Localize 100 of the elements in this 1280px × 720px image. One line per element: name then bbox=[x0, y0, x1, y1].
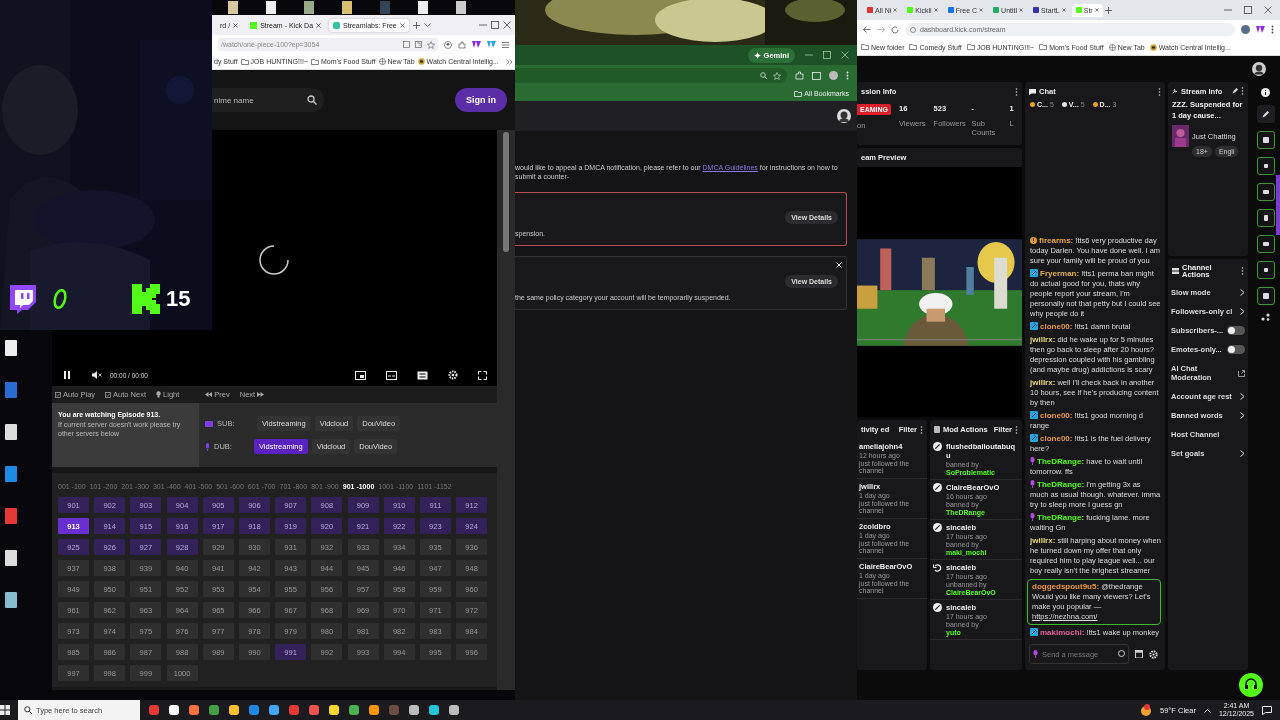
more-icon[interactable] bbox=[1241, 267, 1244, 275]
tab-search-icon[interactable] bbox=[812, 71, 821, 80]
chat-username[interactable]: doggedspout9u5: bbox=[1032, 582, 1100, 591]
desktop-icon[interactable] bbox=[4, 424, 18, 440]
edit-button[interactable] bbox=[1256, 105, 1275, 123]
nodes-icon[interactable] bbox=[1261, 313, 1270, 321]
chat-username[interactable]: firearms: bbox=[1039, 236, 1074, 245]
app-icon[interactable] bbox=[268, 704, 280, 716]
star-icon[interactable] bbox=[427, 40, 435, 49]
close-icon[interactable] bbox=[233, 22, 239, 28]
app-icon[interactable] bbox=[328, 704, 340, 716]
weather-icon bbox=[1140, 704, 1152, 716]
app-icon[interactable] bbox=[348, 704, 360, 716]
close-icon[interactable] bbox=[399, 22, 405, 28]
toggle-switch[interactable] bbox=[1227, 345, 1245, 354]
widget-toggle-button[interactable] bbox=[1256, 209, 1275, 227]
maximize-icon[interactable] bbox=[823, 51, 831, 59]
chevron-right-icon[interactable] bbox=[506, 58, 513, 65]
widget-toggle-button[interactable] bbox=[1256, 287, 1275, 305]
chat-username[interactable]: clone00: bbox=[1040, 322, 1073, 331]
captions-icon[interactable] bbox=[417, 370, 428, 380]
sword-badge-icon bbox=[1030, 434, 1038, 442]
more-icon[interactable] bbox=[1241, 87, 1244, 95]
search-field[interactable]: nime name bbox=[212, 88, 324, 112]
app-icon[interactable] bbox=[228, 704, 240, 716]
more-icon[interactable] bbox=[846, 71, 849, 80]
chat-username[interactable]: clone00: bbox=[1040, 411, 1073, 420]
notifications-icon[interactable] bbox=[1262, 705, 1272, 715]
desktop-icon[interactable] bbox=[4, 550, 18, 566]
widget-toggle-button[interactable] bbox=[1256, 157, 1275, 175]
chat-username[interactable]: TheDRange: bbox=[1037, 457, 1085, 466]
app-icon[interactable] bbox=[168, 704, 180, 716]
chat-username[interactable]: jwillrx: bbox=[1030, 536, 1056, 545]
toggle-switch[interactable] bbox=[1227, 326, 1245, 335]
bookmark-page-icon[interactable] bbox=[415, 41, 422, 48]
more-icon[interactable] bbox=[1015, 87, 1018, 96]
ban-icon bbox=[933, 442, 942, 451]
maximize-icon[interactable] bbox=[1244, 6, 1252, 14]
more-icon[interactable] bbox=[1271, 25, 1274, 34]
checkbox-icon bbox=[55, 391, 61, 398]
chat-username[interactable]: jwillrx: bbox=[1030, 335, 1056, 344]
folder-icon bbox=[909, 44, 918, 50]
chat-username[interactable]: jwillrx: bbox=[1030, 378, 1056, 387]
site-icon bbox=[1149, 43, 1157, 51]
favicon-icon bbox=[1075, 7, 1082, 13]
chat-username[interactable]: TheDRange: bbox=[1037, 513, 1085, 522]
edit-icon[interactable] bbox=[1232, 88, 1238, 94]
chat-username[interactable]: TheDRange: bbox=[1037, 480, 1085, 489]
scrollbar-thumb[interactable] bbox=[503, 132, 509, 252]
picture-in-picture-icon[interactable] bbox=[355, 370, 366, 380]
app-icon[interactable] bbox=[428, 704, 440, 716]
chevron-up-icon[interactable] bbox=[1203, 707, 1211, 713]
app-icon[interactable] bbox=[368, 704, 380, 716]
subtitles-icon[interactable] bbox=[386, 370, 397, 380]
chat-username[interactable]: Fryerman: bbox=[1040, 269, 1080, 278]
volume-muted-icon[interactable] bbox=[92, 371, 102, 379]
app-icon[interactable] bbox=[188, 704, 200, 716]
settings-icon[interactable] bbox=[1149, 649, 1158, 659]
chat-username[interactable]: clone00: bbox=[1040, 434, 1073, 443]
maximize-icon[interactable] bbox=[491, 21, 499, 29]
desktop-icon[interactable] bbox=[4, 340, 18, 356]
pause-icon[interactable] bbox=[64, 371, 70, 379]
more-icon[interactable] bbox=[920, 425, 923, 434]
widget-toggle-button[interactable] bbox=[1256, 235, 1275, 253]
extension-icon[interactable] bbox=[1256, 26, 1265, 33]
chevron-down-icon[interactable] bbox=[423, 22, 431, 28]
avatar-icon[interactable] bbox=[1252, 62, 1266, 76]
desktop-icon[interactable] bbox=[4, 592, 18, 608]
widget-toggle-button[interactable] bbox=[1256, 261, 1275, 279]
menu-icon[interactable] bbox=[502, 41, 509, 48]
info-icon[interactable] bbox=[1261, 88, 1270, 97]
extension-icon[interactable] bbox=[487, 41, 496, 48]
settings-icon[interactable] bbox=[448, 370, 458, 380]
zoom-icon[interactable] bbox=[760, 72, 767, 79]
more-icon[interactable] bbox=[1158, 87, 1161, 96]
back-icon[interactable] bbox=[863, 26, 871, 33]
store-icon[interactable] bbox=[1135, 650, 1143, 658]
account-icon[interactable] bbox=[444, 40, 452, 49]
support-icon[interactable] bbox=[1239, 673, 1263, 697]
more-icon[interactable] bbox=[1015, 425, 1018, 434]
extensions-icon[interactable] bbox=[458, 40, 466, 49]
extension-icon[interactable] bbox=[472, 41, 481, 48]
close-icon[interactable] bbox=[316, 22, 322, 28]
widget-toggle-button[interactable] bbox=[1256, 131, 1275, 149]
avatar-icon[interactable] bbox=[837, 109, 851, 123]
app-icon[interactable] bbox=[448, 704, 460, 716]
emoji-icon[interactable] bbox=[1118, 650, 1125, 657]
sign-in-button[interactable]: Sign in bbox=[455, 88, 507, 112]
sword-badge-icon bbox=[1030, 411, 1038, 419]
app-icon[interactable] bbox=[408, 704, 420, 716]
new-tab-icon[interactable] bbox=[412, 21, 420, 29]
widget-toggle-button[interactable] bbox=[1256, 183, 1275, 201]
avatar-icon[interactable] bbox=[1241, 25, 1250, 34]
site-icon bbox=[417, 58, 425, 65]
new-tab-icon[interactable] bbox=[1104, 6, 1112, 14]
reload-icon[interactable] bbox=[891, 25, 899, 34]
reader-icon[interactable] bbox=[403, 41, 410, 48]
fullscreen-icon[interactable] bbox=[478, 370, 487, 380]
chat-username[interactable]: makimochi: bbox=[1040, 628, 1085, 637]
windows-icon[interactable] bbox=[0, 705, 10, 715]
